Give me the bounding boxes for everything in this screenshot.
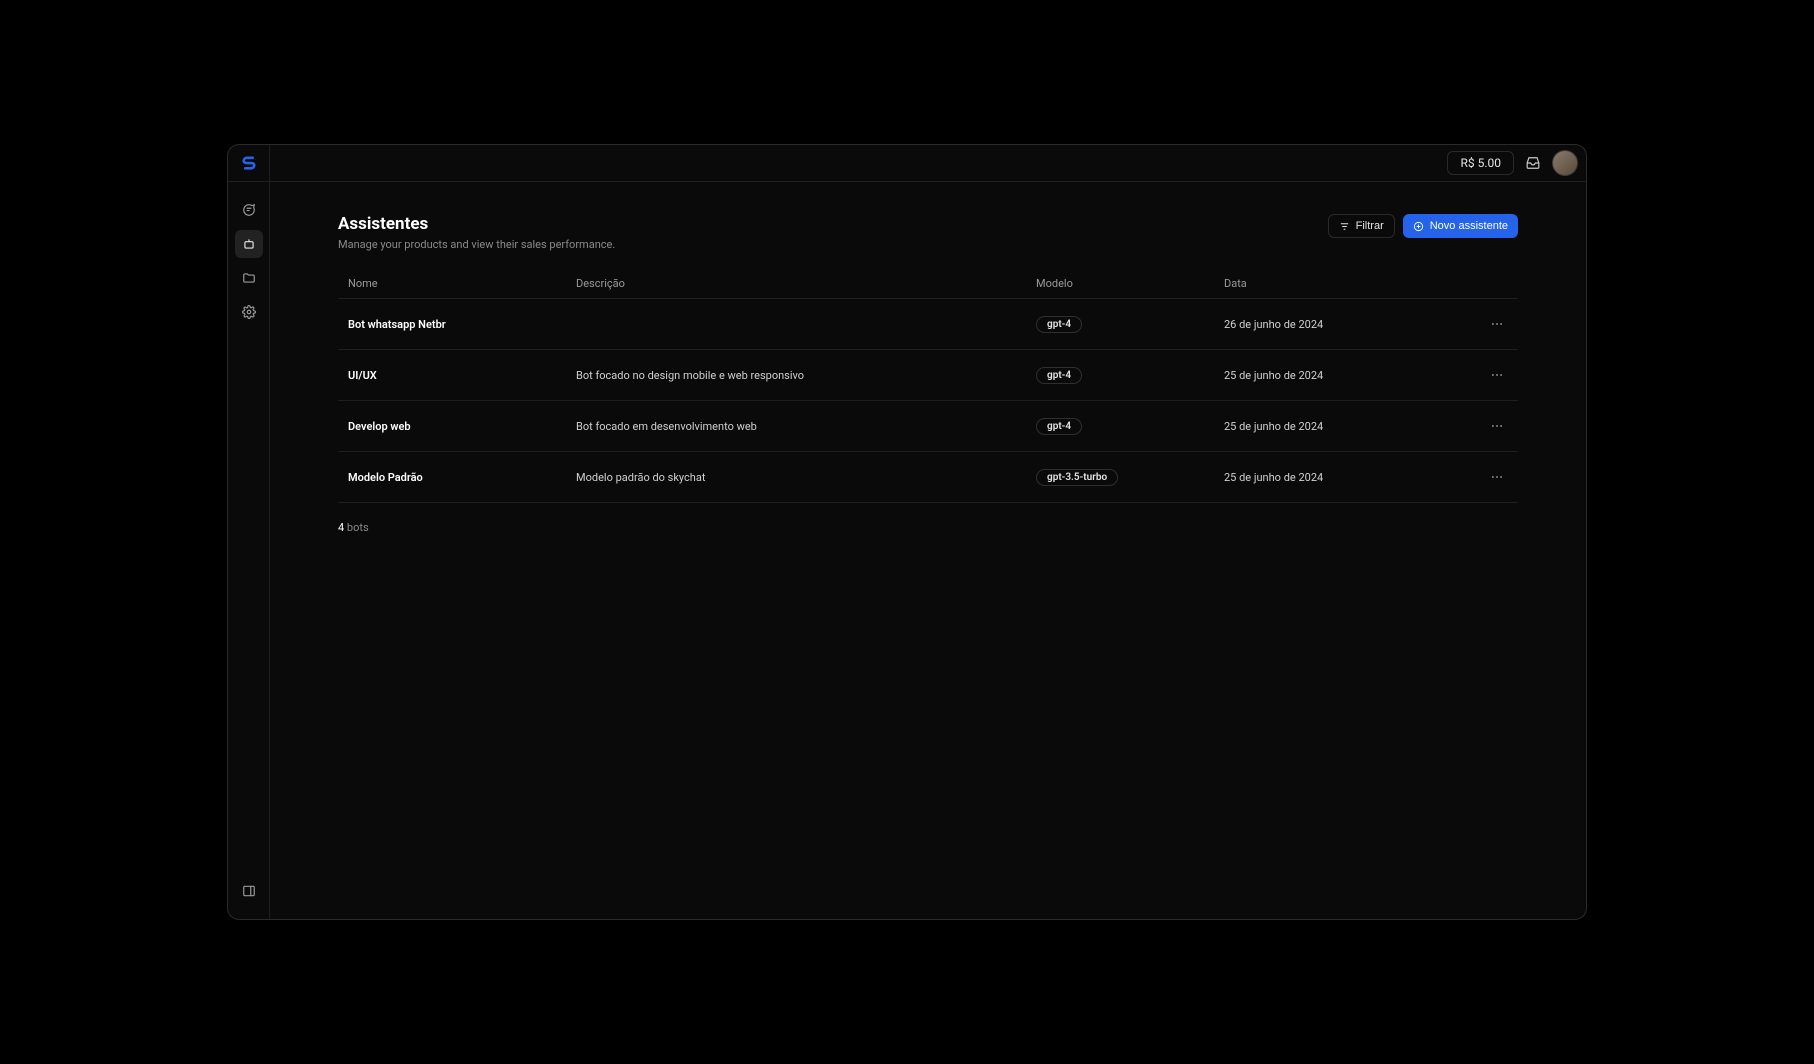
sidebar-item-settings[interactable]: [235, 298, 263, 326]
model-badge: gpt-3.5-turbo: [1036, 469, 1118, 486]
cell-date: 25 de junho de 2024: [1224, 369, 1454, 382]
footer-count-label-text: bots: [347, 521, 369, 534]
folder-icon: [242, 271, 256, 285]
app-window: R$ 5.00: [227, 144, 1587, 920]
sidebar-item-panel[interactable]: [235, 877, 263, 905]
col-header-actions: [1454, 277, 1508, 290]
sidebar: [228, 182, 270, 919]
model-badge: gpt-4: [1036, 367, 1082, 384]
new-assistant-button[interactable]: Novo assistente: [1403, 214, 1518, 238]
dots-icon: [1490, 368, 1504, 382]
avatar[interactable]: [1552, 150, 1578, 176]
cell-model: gpt-4: [1036, 418, 1224, 435]
footer-count-number: 4: [338, 521, 344, 534]
footer-count: 4 bots: [338, 521, 1518, 534]
dots-icon: [1490, 419, 1504, 433]
page-title: Assistentes: [338, 214, 615, 234]
cell-actions: [1454, 364, 1508, 386]
col-header-description: Descrição: [576, 277, 1036, 290]
main-content: Assistentes Manage your products and vie…: [270, 182, 1586, 919]
row-menu-button[interactable]: [1486, 313, 1508, 335]
table-row[interactable]: Develop web Bot focado em desenvolviment…: [338, 401, 1518, 452]
body-row: Assistentes Manage your products and vie…: [228, 182, 1586, 919]
new-assistant-button-label: Novo assistente: [1430, 220, 1508, 232]
cell-actions: [1454, 415, 1508, 437]
inbox-button[interactable]: [1526, 156, 1540, 170]
cell-date: 25 de junho de 2024: [1224, 420, 1454, 433]
sidebar-item-chat[interactable]: [235, 196, 263, 224]
page-subtitle: Manage your products and view their sale…: [338, 238, 615, 251]
plus-circle-icon: [1413, 221, 1424, 232]
app-logo[interactable]: [228, 145, 270, 182]
dots-icon: [1490, 470, 1504, 484]
row-menu-button[interactable]: [1486, 364, 1508, 386]
sidebar-item-folders[interactable]: [235, 264, 263, 292]
settings-icon: [242, 305, 256, 319]
col-header-date: Data: [1224, 277, 1454, 290]
filter-icon: [1339, 221, 1350, 232]
panel-icon: [242, 884, 256, 898]
page-header: Assistentes Manage your products and vie…: [338, 214, 1518, 251]
row-menu-button[interactable]: [1486, 466, 1508, 488]
cell-name: Bot whatsapp Netbr: [348, 318, 576, 331]
cell-name: Develop web: [348, 420, 576, 433]
table-row[interactable]: Modelo Padrão Modelo padrão do skychat g…: [338, 452, 1518, 503]
cell-actions: [1454, 466, 1508, 488]
cell-model: gpt-4: [1036, 316, 1224, 333]
model-badge: gpt-4: [1036, 418, 1082, 435]
row-menu-button[interactable]: [1486, 415, 1508, 437]
cell-model: gpt-3.5-turbo: [1036, 469, 1224, 486]
table-row[interactable]: Bot whatsapp Netbr gpt-4 26 de junho de …: [338, 299, 1518, 350]
logo-s-icon: [240, 154, 258, 172]
filter-button[interactable]: Filtrar: [1328, 214, 1395, 238]
cell-actions: [1454, 313, 1508, 335]
col-header-model: Modelo: [1036, 277, 1224, 290]
cell-name: Modelo Padrão: [348, 471, 576, 484]
assistants-table: Nome Descrição Modelo Data Bot whatsapp …: [338, 269, 1518, 503]
cell-date: 26 de junho de 2024: [1224, 318, 1454, 331]
cell-description: Bot focado em desenvolvimento web: [576, 420, 1036, 433]
topbar: R$ 5.00: [228, 145, 1586, 182]
topbar-right: R$ 5.00: [1447, 150, 1578, 176]
balance-pill[interactable]: R$ 5.00: [1447, 151, 1514, 175]
col-header-name: Nome: [348, 277, 576, 290]
dots-icon: [1490, 317, 1504, 331]
table-row[interactable]: UI/UX Bot focado no design mobile e web …: [338, 350, 1518, 401]
table-header: Nome Descrição Modelo Data: [338, 269, 1518, 299]
bot-icon: [242, 237, 256, 251]
sidebar-item-assistants[interactable]: [235, 230, 263, 258]
cell-date: 25 de junho de 2024: [1224, 471, 1454, 484]
filter-button-label: Filtrar: [1356, 220, 1384, 232]
inbox-icon: [1526, 156, 1540, 170]
cell-name: UI/UX: [348, 369, 576, 382]
page-heading-group: Assistentes Manage your products and vie…: [338, 214, 615, 251]
model-badge: gpt-4: [1036, 316, 1082, 333]
header-actions: Filtrar Novo assistente: [1328, 214, 1518, 238]
cell-description: Bot focado no design mobile e web respon…: [576, 369, 1036, 382]
chat-icon: [242, 203, 256, 217]
cell-model: gpt-4: [1036, 367, 1224, 384]
cell-description: Modelo padrão do skychat: [576, 471, 1036, 484]
